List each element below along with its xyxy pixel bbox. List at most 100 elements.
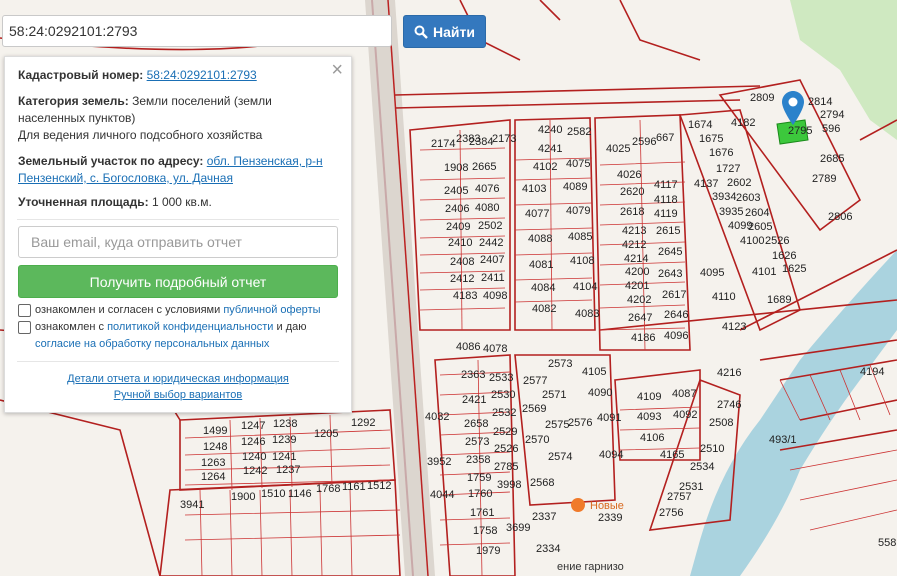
parcel-number-label: 2334 xyxy=(536,543,560,555)
parcel-number-label: 1237 xyxy=(276,464,300,476)
parcel-number-label: 4106 xyxy=(640,432,664,444)
parcel-number-label: 4078 xyxy=(483,343,507,355)
parcel-number-label: 2785 xyxy=(494,461,518,473)
parcel-number-label: 4117 xyxy=(654,179,678,191)
report-details-link[interactable]: Детали отчета и юридическая информация xyxy=(67,373,289,385)
parcel-number-label: 2442 xyxy=(479,237,503,249)
parcel-number-label: 2409 xyxy=(446,221,470,233)
parcel-number-label: 2573 xyxy=(465,436,489,448)
parcel-number-label: 4095 xyxy=(700,267,724,279)
parcel-number-label: 4214 xyxy=(624,253,648,265)
parcel-number-label: 4026 xyxy=(617,169,641,181)
parcel-number-label: 4212 xyxy=(622,239,646,251)
parcel-number-label: 2806 xyxy=(828,211,852,223)
parcel-number-label: 2530 xyxy=(491,389,515,401)
parcel-number-label: 1512 xyxy=(367,480,391,492)
parcel-number-label: 4086 xyxy=(456,341,480,353)
parcel-number-label: 2569 xyxy=(522,403,546,415)
get-report-button[interactable]: Получить подробный отчет xyxy=(18,265,338,298)
parcel-number-label: 1292 xyxy=(351,417,375,429)
parcel-number-label: 1240 xyxy=(242,451,266,463)
search-button[interactable]: Найти xyxy=(403,15,486,48)
parcel-number-label: 4098 xyxy=(483,290,507,302)
parcel-number-label: 1239 xyxy=(272,434,296,446)
parcel-number-label: 2809 xyxy=(750,92,774,104)
parcel-number-label: 4088 xyxy=(528,233,552,245)
manual-link-row: Ручной выбор вариантов xyxy=(5,389,351,401)
parcel-number-label: 2685 xyxy=(820,153,844,165)
parcel-number-label: 1908 xyxy=(444,162,468,174)
parcel-number-label: 2746 xyxy=(717,399,741,411)
poi-label: Новые xyxy=(590,500,624,512)
parcel-number-label: 4083 xyxy=(575,308,599,320)
parcel-number-label: 4118 xyxy=(654,194,678,206)
cadastral-number-link[interactable]: 58:24:0292101:2793 xyxy=(147,68,257,82)
parcel-number-label: 4137 xyxy=(694,178,718,190)
parcel-number-label: 4240 xyxy=(538,124,562,136)
parcel-number-label: 4101 xyxy=(752,266,776,278)
parcel-number-label: 2363 xyxy=(461,369,485,381)
parcel-number-label: 4201 xyxy=(625,280,649,292)
email-field[interactable] xyxy=(18,226,338,258)
parcel-number-label: 2576 xyxy=(568,417,592,429)
parcel-number-label: 4104 xyxy=(573,281,597,293)
parcel-number-label: 2602 xyxy=(727,177,751,189)
address-link-2[interactable]: Пензенский, с. Богословка, ул. Дачная xyxy=(18,171,233,185)
area-value: 1 000 кв.м. xyxy=(151,195,212,209)
parcel-number-label: 4186 xyxy=(631,332,655,344)
address-link[interactable]: обл. Пензенская, р-н xyxy=(207,154,323,168)
consent-offer-label: ознакомлен и согласен с условиями xyxy=(35,304,221,316)
parcel-number-label: 4075 xyxy=(566,158,590,170)
parcel-number-label: 4084 xyxy=(531,282,555,294)
parcel-number-label: 2502 xyxy=(478,220,502,232)
parcel-number-label: 2384 xyxy=(469,136,493,148)
parcel-number-label: 4044 xyxy=(430,489,454,501)
parcel-number-label: 1263 xyxy=(201,457,225,469)
parcel-number-label: 1759 xyxy=(467,472,491,484)
parcel-number-label: 4032 xyxy=(425,411,449,423)
parcel-number-label: 4102 xyxy=(533,161,557,173)
parcel-number-label: 2407 xyxy=(480,254,504,266)
search-input[interactable] xyxy=(2,15,392,47)
parcel-number-label: 1242 xyxy=(243,465,267,477)
parcel-number-label: 2596 xyxy=(632,136,656,148)
address-label: Земельный участок по адресу: xyxy=(18,154,204,168)
parcel-number-label: 1499 xyxy=(203,425,227,437)
parcel-number-label: 2573 xyxy=(548,358,572,370)
poi-marker-icon[interactable] xyxy=(571,498,585,512)
consent-offer-checkbox[interactable] xyxy=(18,304,31,317)
parcel-number-label: 2620 xyxy=(620,186,644,198)
parcel-number-label: 4025 xyxy=(606,143,630,155)
consent-offer: ознакомлен и согласен с условиями публич… xyxy=(18,302,321,319)
parcel-info-panel: × Кадастровый номер: 58:24:0292101:2793 … xyxy=(4,56,352,413)
parcel-number-label: 4077 xyxy=(525,208,549,220)
parcel-number-label: 3952 xyxy=(427,456,451,468)
parcel-number-label: 4096 xyxy=(664,330,688,342)
parcel-number-label: 3998 xyxy=(497,479,521,491)
category-value: Земли поселений (земли xyxy=(132,94,272,108)
parcel-number-label: 2174 xyxy=(431,138,455,150)
category-value-2: населенных пунктов) xyxy=(18,111,136,125)
public-offer-link[interactable]: публичной оферты xyxy=(223,304,320,316)
parcel-number-label: 4092 xyxy=(673,409,697,421)
parcel-number-label: 4099 xyxy=(728,220,752,232)
privacy-policy-link[interactable]: политикой конфиденциальности xyxy=(107,321,273,333)
cadastral-row: Кадастровый номер: 58:24:0292101:2793 xyxy=(18,67,336,84)
location-pin-icon[interactable] xyxy=(782,91,804,125)
parcel-number-label: 596 xyxy=(822,123,840,135)
parcel-number-label: 2568 xyxy=(530,477,554,489)
parcel-number-label: 1510 xyxy=(261,488,285,500)
personal-data-consent-link[interactable]: согласие на обработку персональных данны… xyxy=(35,338,269,350)
parcel-number-label: 1625 xyxy=(782,263,806,275)
area-label: Уточненная площадь: xyxy=(18,195,149,209)
parcel-number-label: 2408 xyxy=(450,256,474,268)
parcel-number-label: 1238 xyxy=(273,418,297,430)
consent-privacy-checkbox[interactable] xyxy=(18,321,31,334)
parcel-number-label: 2526 xyxy=(494,443,518,455)
parcel-number-label: 2756 xyxy=(659,507,683,519)
manual-selection-link[interactable]: Ручной выбор вариантов xyxy=(114,389,242,401)
parcel-number-label: 2529 xyxy=(493,426,517,438)
parcel-number-label: 4093 xyxy=(637,411,661,423)
parcel-number-label: 2533 xyxy=(489,372,513,384)
parcel-number-label: 2508 xyxy=(709,417,733,429)
